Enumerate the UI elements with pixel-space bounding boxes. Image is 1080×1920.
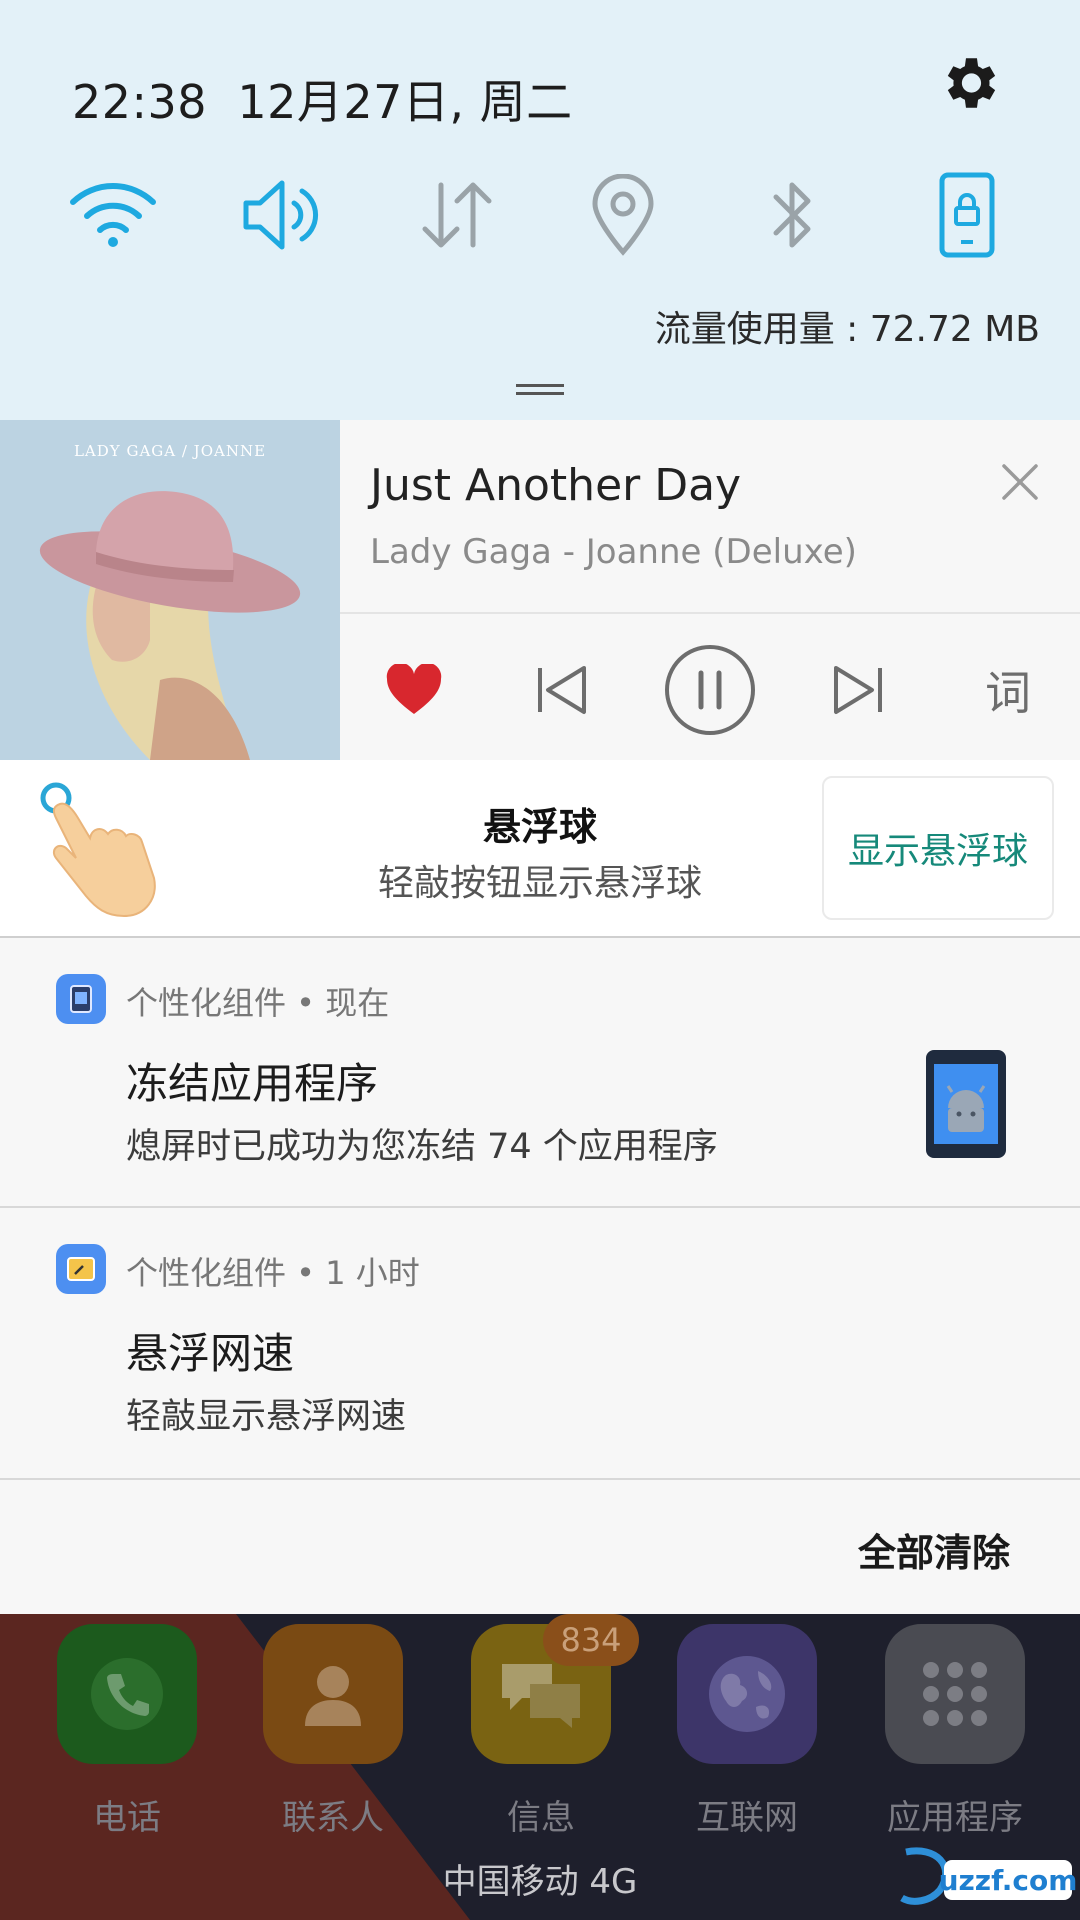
panel-drag-handle[interactable]: [516, 384, 564, 396]
toggle-mobile-data[interactable]: [402, 160, 512, 270]
toggle-bluetooth[interactable]: [738, 160, 848, 270]
watermark-logo: uzzf.com: [900, 1847, 1076, 1905]
clear-all-button[interactable]: 全部清除: [858, 1522, 1010, 1577]
dock-app-apps[interactable]: 应用程序: [870, 1624, 1040, 1839]
notification-text: 轻敲显示悬浮网速: [126, 1397, 407, 1437]
close-icon[interactable]: [1000, 462, 1040, 502]
toggle-wifi[interactable]: [58, 160, 168, 270]
date-text: 12月27日, 周二: [237, 75, 573, 129]
message-icon: 834: [471, 1614, 639, 1764]
show-floating-ball-button[interactable]: 显示悬浮球: [822, 776, 1054, 920]
notification-header: 个性化组件 • 现在: [126, 984, 390, 1022]
contact-icon: [263, 1624, 403, 1764]
toggle-screen-lock[interactable]: [912, 160, 1022, 270]
notification-header: 个性化组件 • 1 小时: [126, 1254, 420, 1292]
data-usage: 流量使用量 : 72.72 MB: [654, 309, 1040, 350]
globe-icon: [677, 1624, 817, 1764]
unread-badge: 834: [543, 1614, 639, 1666]
rotation-lock-icon: [939, 172, 995, 258]
music-player-notification[interactable]: LADY GAGA / JOANNE Just Another Day Lady…: [0, 420, 1080, 760]
floating-ball-notification: 悬浮球 轻敲按钮显示悬浮球 显示悬浮球: [0, 760, 1080, 938]
clear-all-bar: 全部清除: [0, 1480, 1080, 1614]
previous-button[interactable]: [522, 640, 602, 740]
dock-label: 互联网: [696, 1798, 798, 1838]
clock-time: 22:38: [72, 75, 208, 129]
notification-title: 冻结应用程序: [126, 1059, 379, 1108]
svg-text:uzzf.com: uzzf.com: [939, 1864, 1076, 1897]
skip-next-icon: [834, 666, 882, 714]
heart-icon: [386, 664, 442, 714]
settings-gear-icon[interactable]: [936, 50, 1002, 116]
quick-toggles: [0, 160, 1080, 270]
bluetooth-icon: [773, 182, 811, 248]
pause-button[interactable]: [662, 640, 758, 740]
apps-grid-icon: [885, 1624, 1025, 1764]
lyrics-button[interactable]: 词: [968, 640, 1048, 740]
app-icon: [56, 974, 106, 1024]
pause-icon: [665, 645, 755, 735]
home-screen-dock: 电话 联系人 834 信息 互联网 应用程序 中国移动 4G uzzf.com: [0, 1614, 1080, 1920]
frozen-android-icon: [926, 1050, 1006, 1158]
album-cover-text: LADY GAGA / JOANNE: [73, 442, 267, 460]
tap-hand-icon: [40, 782, 156, 918]
song-artist: Lady Gaga - Joanne (Deluxe): [370, 532, 857, 572]
wifi-icon: [70, 183, 156, 247]
dock-label: 应用程序: [887, 1798, 1023, 1838]
phone-icon: [57, 1624, 197, 1764]
favorite-button[interactable]: [374, 640, 454, 740]
volume-icon: [243, 180, 319, 250]
toggle-sound[interactable]: [228, 160, 338, 270]
quick-panel: 22:38 12月27日, 周二 流量使用量: 72.72 MB: [0, 0, 1080, 420]
dock-label: 信息: [507, 1798, 575, 1838]
dock-label: 联系人: [282, 1798, 384, 1838]
dock-app-contacts[interactable]: 联系人: [248, 1624, 418, 1839]
skip-previous-icon: [538, 666, 586, 714]
notification-text: 熄屏时已成功为您冻结 74 个应用程序: [126, 1127, 718, 1167]
album-cover: LADY GAGA / JOANNE: [0, 420, 340, 760]
album-art-image: [0, 420, 340, 760]
speed-meter-icon: [67, 1257, 95, 1281]
notification-freeze-apps[interactable]: 个性化组件 • 现在 冻结应用程序 熄屏时已成功为您冻结 74 个应用程序: [0, 938, 1080, 1208]
phone-widget-icon: [70, 985, 92, 1013]
promo-title: 悬浮球: [482, 805, 597, 849]
dock-app-internet[interactable]: 互联网: [662, 1624, 832, 1839]
next-button[interactable]: [818, 640, 898, 740]
song-title: Just Another Day: [370, 460, 742, 511]
app-icon: [56, 1244, 106, 1294]
location-pin-icon: [592, 174, 654, 256]
promo-subtitle: 轻敲按钮显示悬浮球: [377, 863, 702, 904]
data-arrows-icon: [422, 182, 492, 248]
notification-network-speed[interactable]: 个性化组件 • 1 小时 悬浮网速 轻敲显示悬浮网速: [0, 1208, 1080, 1480]
dock-app-messages[interactable]: 834 信息: [456, 1614, 639, 1839]
date-time: 22:38 12月27日, 周二: [72, 66, 573, 132]
toggle-location[interactable]: [568, 160, 678, 270]
dock-label: 电话: [93, 1798, 161, 1838]
notification-title: 悬浮网速: [126, 1329, 295, 1378]
dock-app-phone[interactable]: 电话: [42, 1624, 212, 1839]
divider: [340, 612, 1080, 614]
